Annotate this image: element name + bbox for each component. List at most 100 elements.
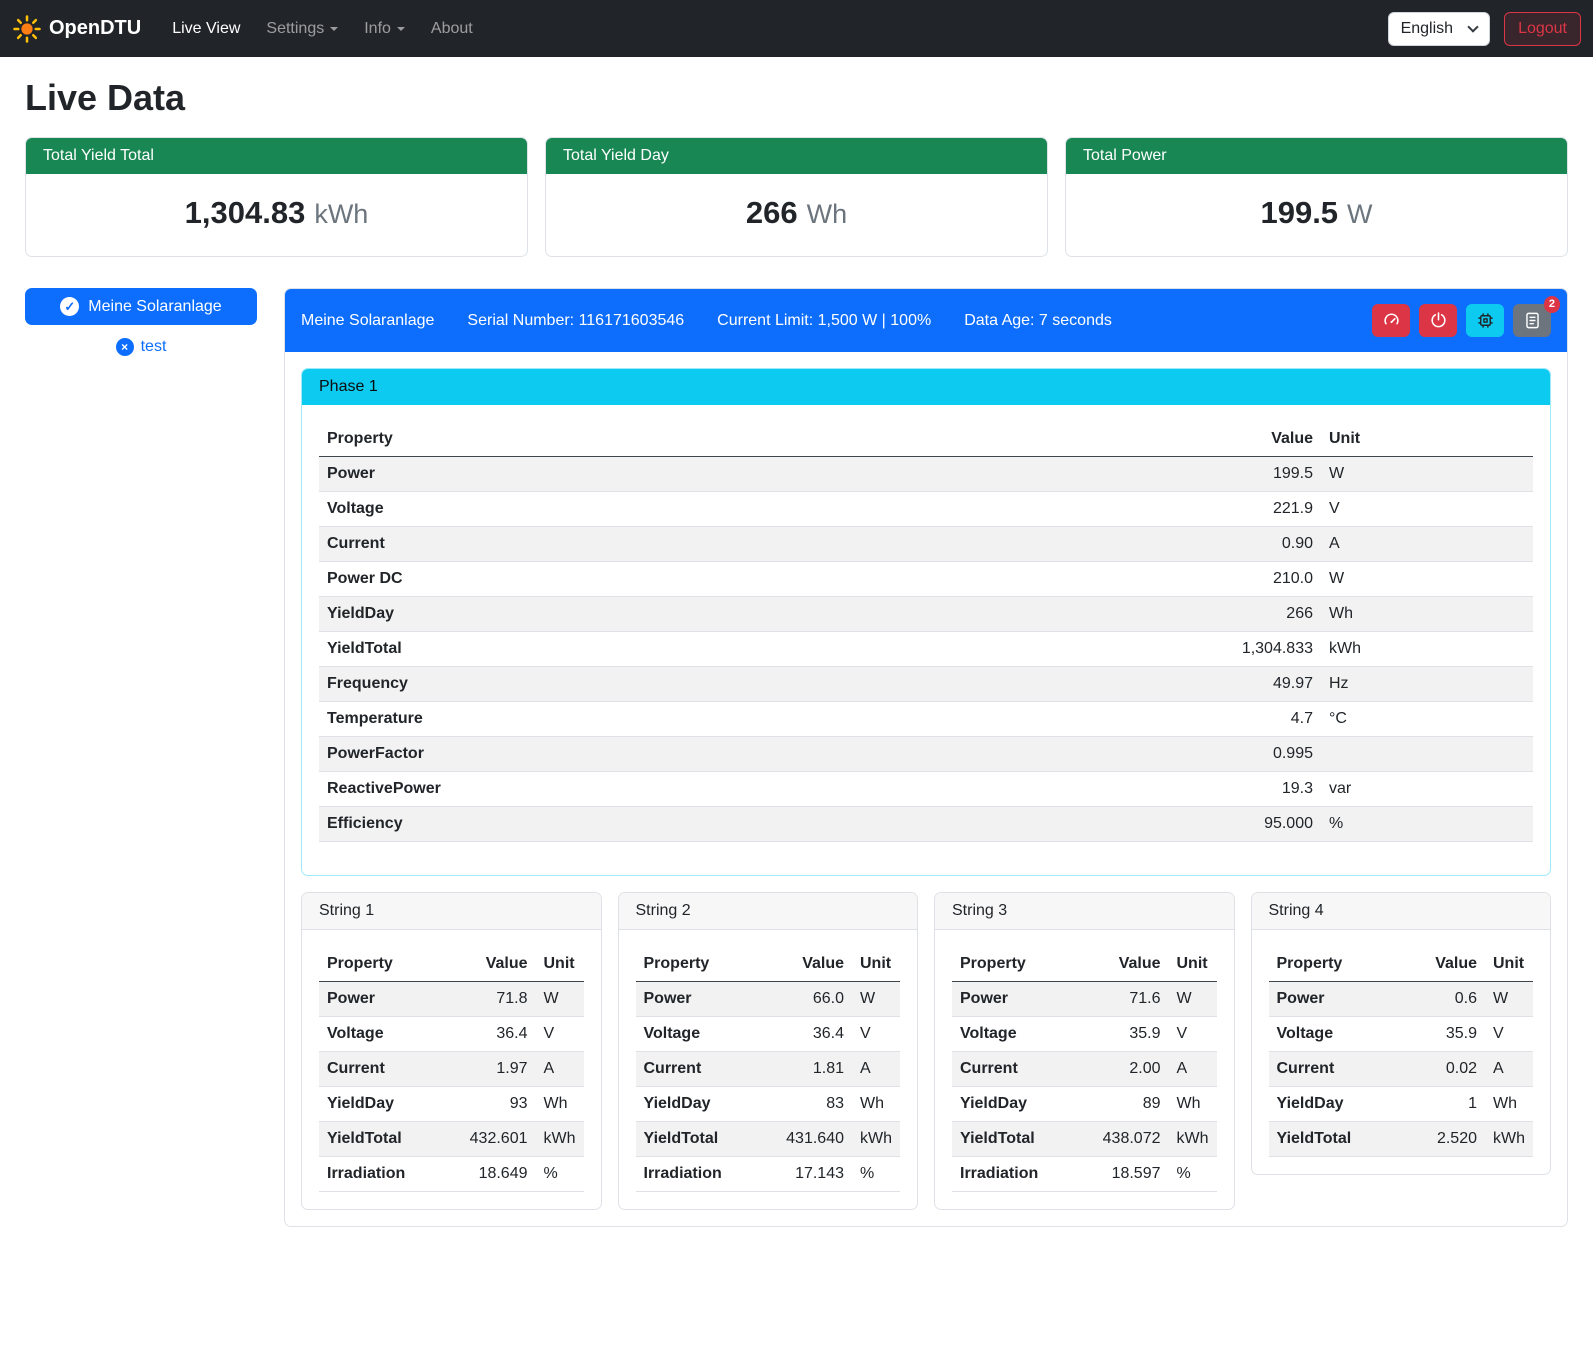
property-cell: Voltage	[952, 1017, 1091, 1052]
limit-settings-button[interactable]	[1372, 304, 1410, 337]
unit-cell: Wh	[1169, 1087, 1217, 1122]
property-cell: Power	[319, 982, 458, 1017]
unit-column-header: Unit	[536, 947, 584, 982]
string-body: Property Value Unit Power71.8WVoltage36.…	[302, 930, 601, 1209]
unit-cell: Wh	[536, 1087, 584, 1122]
value-cell: 18.649	[458, 1157, 536, 1192]
table-row: Power71.8W	[319, 982, 584, 1017]
power-button[interactable]	[1419, 304, 1457, 337]
unit-cell: kWh	[536, 1122, 584, 1157]
property-cell: ReactivePower	[319, 772, 1201, 807]
logout-button[interactable]: Logout	[1504, 12, 1581, 46]
page-title: Live Data	[25, 77, 1568, 119]
nav-settings-label: Settings	[266, 20, 324, 38]
unit-cell: A	[1169, 1052, 1217, 1087]
table-row: Efficiency95.000%	[319, 807, 1533, 842]
string-1-card: String 1 Property Value Unit	[301, 892, 602, 1210]
value-cell: 71.8	[458, 982, 536, 1017]
x-circle-icon: ×	[116, 338, 134, 356]
unit-cell: kWh	[1321, 632, 1533, 667]
nav-live-view[interactable]: Live View	[164, 12, 248, 46]
string-2-table: Property Value Unit Power66.0WVoltage36.…	[636, 947, 901, 1192]
property-cell: YieldTotal	[1269, 1122, 1408, 1157]
nav-about[interactable]: About	[423, 12, 481, 46]
total-yield-total-card: Total Yield Total 1,304.83 kWh	[25, 137, 528, 257]
value-cell: 438.072	[1091, 1122, 1169, 1157]
property-cell: Irradiation	[636, 1157, 775, 1192]
inverter-item-test[interactable]: × test	[25, 338, 257, 356]
property-cell: Irradiation	[952, 1157, 1091, 1192]
property-cell: YieldDay	[636, 1087, 775, 1122]
power-icon	[1429, 311, 1448, 330]
unit-cell: A	[1321, 527, 1533, 562]
nav-settings[interactable]: Settings	[258, 12, 346, 46]
table-row: Current0.90A	[319, 527, 1533, 562]
table-row: Power66.0W	[636, 982, 901, 1017]
eventlog-button[interactable]: 2	[1513, 304, 1551, 337]
table-row: Power0.6W	[1269, 982, 1534, 1017]
value-cell: 0.02	[1407, 1052, 1485, 1087]
value-cell: 4.7	[1201, 702, 1321, 737]
property-cell: Power	[1269, 982, 1408, 1017]
value-column-header: Value	[774, 947, 852, 982]
property-column-header: Property	[319, 422, 1201, 457]
table-row: YieldDay1Wh	[1269, 1087, 1534, 1122]
table-row: YieldTotal438.072kWh	[952, 1122, 1217, 1157]
unit-cell: A	[536, 1052, 584, 1087]
unit-cell: %	[1321, 807, 1533, 842]
nav-info[interactable]: Info	[356, 12, 413, 46]
string-3-table: Property Value Unit Power71.6WVoltage35.…	[952, 947, 1217, 1192]
language-select[interactable]: English	[1388, 12, 1490, 46]
brand[interactable]: OpenDTU	[12, 14, 141, 44]
table-row: Power199.5W	[319, 457, 1533, 492]
property-column-header: Property	[952, 947, 1091, 982]
value-cell: 1	[1407, 1087, 1485, 1122]
inverter-select-button[interactable]: ✓ Meine Solaranlage	[25, 288, 257, 325]
chevron-down-icon	[397, 27, 405, 31]
table-row: PowerFactor0.995	[319, 737, 1533, 772]
language-select-value: English	[1401, 20, 1453, 38]
value-cell: 66.0	[774, 982, 852, 1017]
device-info-button[interactable]	[1466, 304, 1504, 337]
unit-cell: V	[1321, 492, 1533, 527]
unit-cell: W	[536, 982, 584, 1017]
card-title: Total Yield Total	[26, 138, 527, 174]
property-cell: Voltage	[319, 492, 1201, 527]
value-cell: 36.4	[774, 1017, 852, 1052]
table-row: Voltage36.4V	[636, 1017, 901, 1052]
card-value: 266	[746, 195, 798, 231]
inverter-panel: Meine Solaranlage Serial Number: 1161716…	[284, 288, 1568, 1227]
value-cell: 71.6	[1091, 982, 1169, 1017]
property-column-header: Property	[1269, 947, 1408, 982]
property-cell: PowerFactor	[319, 737, 1201, 772]
unit-cell: A	[852, 1052, 900, 1087]
string-body: Property Value Unit Power71.6WVoltage35.…	[935, 930, 1234, 1209]
unit-cell: V	[1485, 1017, 1533, 1052]
table-row: Voltage221.9V	[319, 492, 1533, 527]
value-cell: 1.97	[458, 1052, 536, 1087]
property-cell: YieldDay	[319, 1087, 458, 1122]
table-header-row: Property Value Unit	[319, 947, 584, 982]
property-cell: YieldDay	[1269, 1087, 1408, 1122]
summary-cards-row: Total Yield Total 1,304.83 kWh Total Yie…	[25, 137, 1568, 257]
brand-name: OpenDTU	[49, 17, 141, 40]
property-cell: Voltage	[636, 1017, 775, 1052]
value-cell: 18.597	[1091, 1157, 1169, 1192]
property-cell: Power	[636, 982, 775, 1017]
unit-column-header: Unit	[1169, 947, 1217, 982]
value-cell: 2.00	[1091, 1052, 1169, 1087]
top-navbar: OpenDTU Live View Settings Info About En…	[0, 0, 1593, 57]
string-2-card: String 2 Property Value Unit	[618, 892, 919, 1210]
unit-cell: V	[1169, 1017, 1217, 1052]
value-cell: 1.81	[774, 1052, 852, 1087]
inverter-panel-header: Meine Solaranlage Serial Number: 1161716…	[285, 289, 1567, 352]
inverter-test-label: test	[141, 338, 167, 356]
property-cell: Efficiency	[319, 807, 1201, 842]
string-1-table: Property Value Unit Power71.8WVoltage36.…	[319, 947, 584, 1192]
table-row: Frequency49.97Hz	[319, 667, 1533, 702]
unit-cell: %	[1169, 1157, 1217, 1192]
card-unit: kWh	[314, 199, 368, 230]
value-cell: 432.601	[458, 1122, 536, 1157]
table-row: YieldDay83Wh	[636, 1087, 901, 1122]
unit-cell: kWh	[1169, 1122, 1217, 1157]
